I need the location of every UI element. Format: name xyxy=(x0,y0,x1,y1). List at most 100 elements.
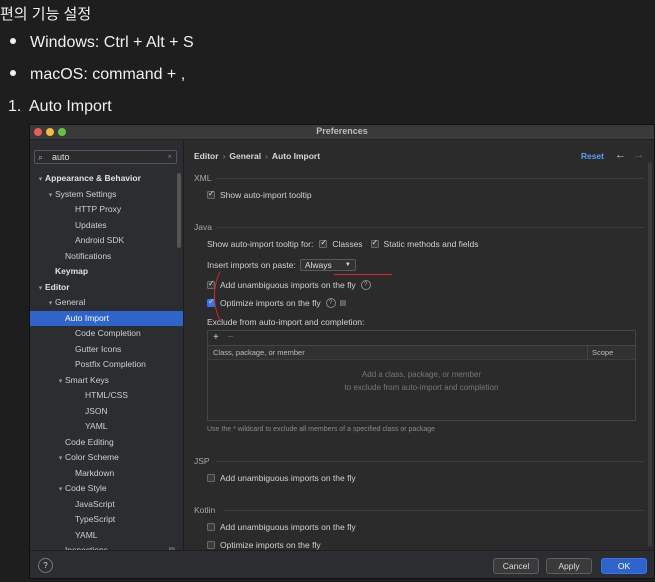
sidebar-item[interactable]: Inspections▤ xyxy=(30,543,183,550)
sidebar-item-label: Smart Keys xyxy=(65,374,109,385)
empty-line-1: Add a class, package, or member xyxy=(361,370,482,379)
settings-tree: ▾ Appearance & Behavior ▾ System Settings HT… xyxy=(30,171,183,550)
breadcrumb-general[interactable]: General xyxy=(229,151,261,161)
sidebar-item[interactable]: HTTP Proxy xyxy=(30,202,183,218)
xml-show-tooltip-option[interactable]: Show auto-import tooltip xyxy=(207,189,312,200)
chevron-down-icon[interactable]: ▾ xyxy=(36,281,45,297)
search-icon: ⌕ xyxy=(38,152,44,162)
sidebar-item-label: YAML xyxy=(85,421,108,431)
sidebar-item[interactable]: Android SDK xyxy=(30,233,183,249)
sidebar-item-label: Keymap xyxy=(55,266,89,276)
back-arrow-icon[interactable]: ← xyxy=(615,149,626,161)
static-methods-checkbox[interactable] xyxy=(370,238,379,248)
sidebar-item[interactable]: ▾ Smart Keys xyxy=(30,373,183,389)
help-icon[interactable]: ? xyxy=(325,298,336,308)
sidebar-item[interactable]: Markdown xyxy=(30,466,183,482)
add-icon[interactable]: + xyxy=(213,332,219,343)
settings-sidebar: ⌕ auto × ▾ Appearance & Behavior ▾ System S… xyxy=(30,140,183,550)
exclude-table: + − Class, package, or member Scope Add … xyxy=(207,330,636,421)
sidebar-item-label: JSON xyxy=(85,405,108,416)
sidebar-item[interactable]: ▾ Editor xyxy=(30,280,183,296)
reset-link[interactable]: Reset xyxy=(581,151,604,161)
option-label: Static methods and fields xyxy=(383,239,479,249)
jsp-add-unambiguous-option[interactable]: Add unambiguous imports on the fly xyxy=(207,473,356,483)
sidebar-item-label: System Settings xyxy=(55,188,117,199)
divider xyxy=(216,461,644,462)
project-scope-icon: ▤ xyxy=(168,543,175,550)
sidebar-item[interactable]: HTML/CSS xyxy=(30,388,183,404)
sidebar-item[interactable]: ▾ General xyxy=(30,295,183,311)
option-label: Classes xyxy=(332,239,363,249)
help-icon[interactable]: ? xyxy=(360,280,371,290)
clear-search-icon[interactable]: × xyxy=(167,152,172,161)
remove-icon[interactable]: − xyxy=(228,332,234,343)
chevron-down-icon[interactable]: ▾ xyxy=(46,296,55,312)
title-bar[interactable]: Preferences xyxy=(30,125,654,140)
doc-numbered-item: 1. Auto Import xyxy=(0,98,112,116)
sidebar-item[interactable]: TypeScript xyxy=(30,512,183,528)
sidebar-item-label: Auto Import xyxy=(65,312,109,323)
sidebar-item-label: HTML/CSS xyxy=(85,390,128,400)
sidebar-item-label: Android SDK xyxy=(75,235,125,245)
sidebar-item-label: YAML xyxy=(75,529,98,540)
settings-search-input[interactable]: ⌕ auto × xyxy=(34,150,177,164)
empty-line-2: to exclude from auto-import and completi… xyxy=(344,383,499,392)
option-label: Show auto-import tooltip for: xyxy=(207,239,314,249)
help-button[interactable]: ? xyxy=(38,558,53,573)
sidebar-item[interactable]: YAML xyxy=(30,419,183,435)
select-value: Always xyxy=(304,260,332,270)
kotlin-add-unambiguous-option[interactable]: Add unambiguous imports on the fly xyxy=(207,522,356,532)
main-scrollbar[interactable] xyxy=(648,162,652,547)
sidebar-item[interactable]: Notifications xyxy=(30,249,183,265)
checkbox-unchecked-icon[interactable] xyxy=(207,474,215,482)
column-class[interactable]: Class, package, or member xyxy=(213,346,305,359)
kotlin-optimize-option[interactable]: Optimize imports on the fly xyxy=(207,540,321,550)
cancel-button[interactable]: Cancel xyxy=(493,558,539,574)
ok-button[interactable]: OK xyxy=(601,558,647,574)
sidebar-item[interactable]: Code Completion xyxy=(30,326,183,342)
bullet-icon xyxy=(10,38,16,45)
jsp-section-title: JSP xyxy=(194,456,210,466)
apply-button[interactable]: Apply xyxy=(546,558,592,574)
checkbox-unchecked-icon[interactable] xyxy=(207,523,215,531)
chevron-down-icon: ▼ xyxy=(344,262,351,268)
sidebar-item-label: Code Completion xyxy=(75,328,141,338)
classes-checkbox[interactable] xyxy=(319,238,328,248)
annotation-underline xyxy=(334,274,392,275)
breadcrumb-separator-icon: › xyxy=(222,151,226,161)
forward-arrow-icon[interactable]: → xyxy=(633,149,644,161)
sidebar-item[interactable]: Keymap xyxy=(30,264,183,280)
sidebar-item[interactable]: Updates xyxy=(30,218,183,234)
sidebar-scrollbar[interactable] xyxy=(177,173,181,248)
sidebar-item[interactable]: ▾ Color Scheme xyxy=(30,450,183,466)
chevron-down-icon[interactable]: ▾ xyxy=(56,482,65,498)
divider xyxy=(224,510,644,511)
chevron-down-icon[interactable]: ▾ xyxy=(56,451,65,467)
chevron-down-icon[interactable]: ▾ xyxy=(46,188,55,204)
sidebar-item[interactable]: YAML xyxy=(30,528,183,544)
option-label: Show auto-import tooltip xyxy=(220,190,312,200)
kotlin-section-title: Kotlin xyxy=(194,505,216,515)
preferences-window: Preferences ⌕ auto × ▾ Appearance & Behav… xyxy=(29,124,655,579)
checkbox-unchecked-icon[interactable] xyxy=(207,541,215,549)
chevron-down-icon[interactable]: ▾ xyxy=(36,172,45,188)
sidebar-item[interactable]: Code Editing xyxy=(30,435,183,451)
exclude-toolbar: + − xyxy=(208,331,635,346)
breadcrumb-editor[interactable]: Editor xyxy=(194,151,219,161)
settings-list-icon[interactable]: ▤ xyxy=(340,299,347,307)
sidebar-item[interactable]: ▾ Code Style xyxy=(30,481,183,497)
sidebar-item[interactable]: Gutter Icons xyxy=(30,342,183,358)
sidebar-item[interactable]: JSON xyxy=(30,404,183,420)
chevron-down-icon[interactable]: ▾ xyxy=(56,374,65,390)
sidebar-item[interactable]: Auto Import xyxy=(30,310,183,326)
checkbox-checked-icon[interactable] xyxy=(207,189,215,199)
sidebar-item[interactable]: JavaScript xyxy=(30,497,183,513)
sidebar-item[interactable]: Postfix Completion xyxy=(30,357,183,373)
sidebar-item-label: Updates xyxy=(75,219,107,230)
sidebar-item[interactable]: ▾ System Settings xyxy=(30,187,183,203)
sidebar-item[interactable]: ▾ Appearance & Behavior xyxy=(30,171,183,187)
breadcrumb-separator-icon: › xyxy=(265,151,268,161)
column-scope[interactable]: Scope xyxy=(587,346,613,359)
insert-on-paste-select[interactable]: Always ▼ xyxy=(299,259,356,271)
exclude-title: Exclude from auto-import and completion: xyxy=(207,317,364,327)
